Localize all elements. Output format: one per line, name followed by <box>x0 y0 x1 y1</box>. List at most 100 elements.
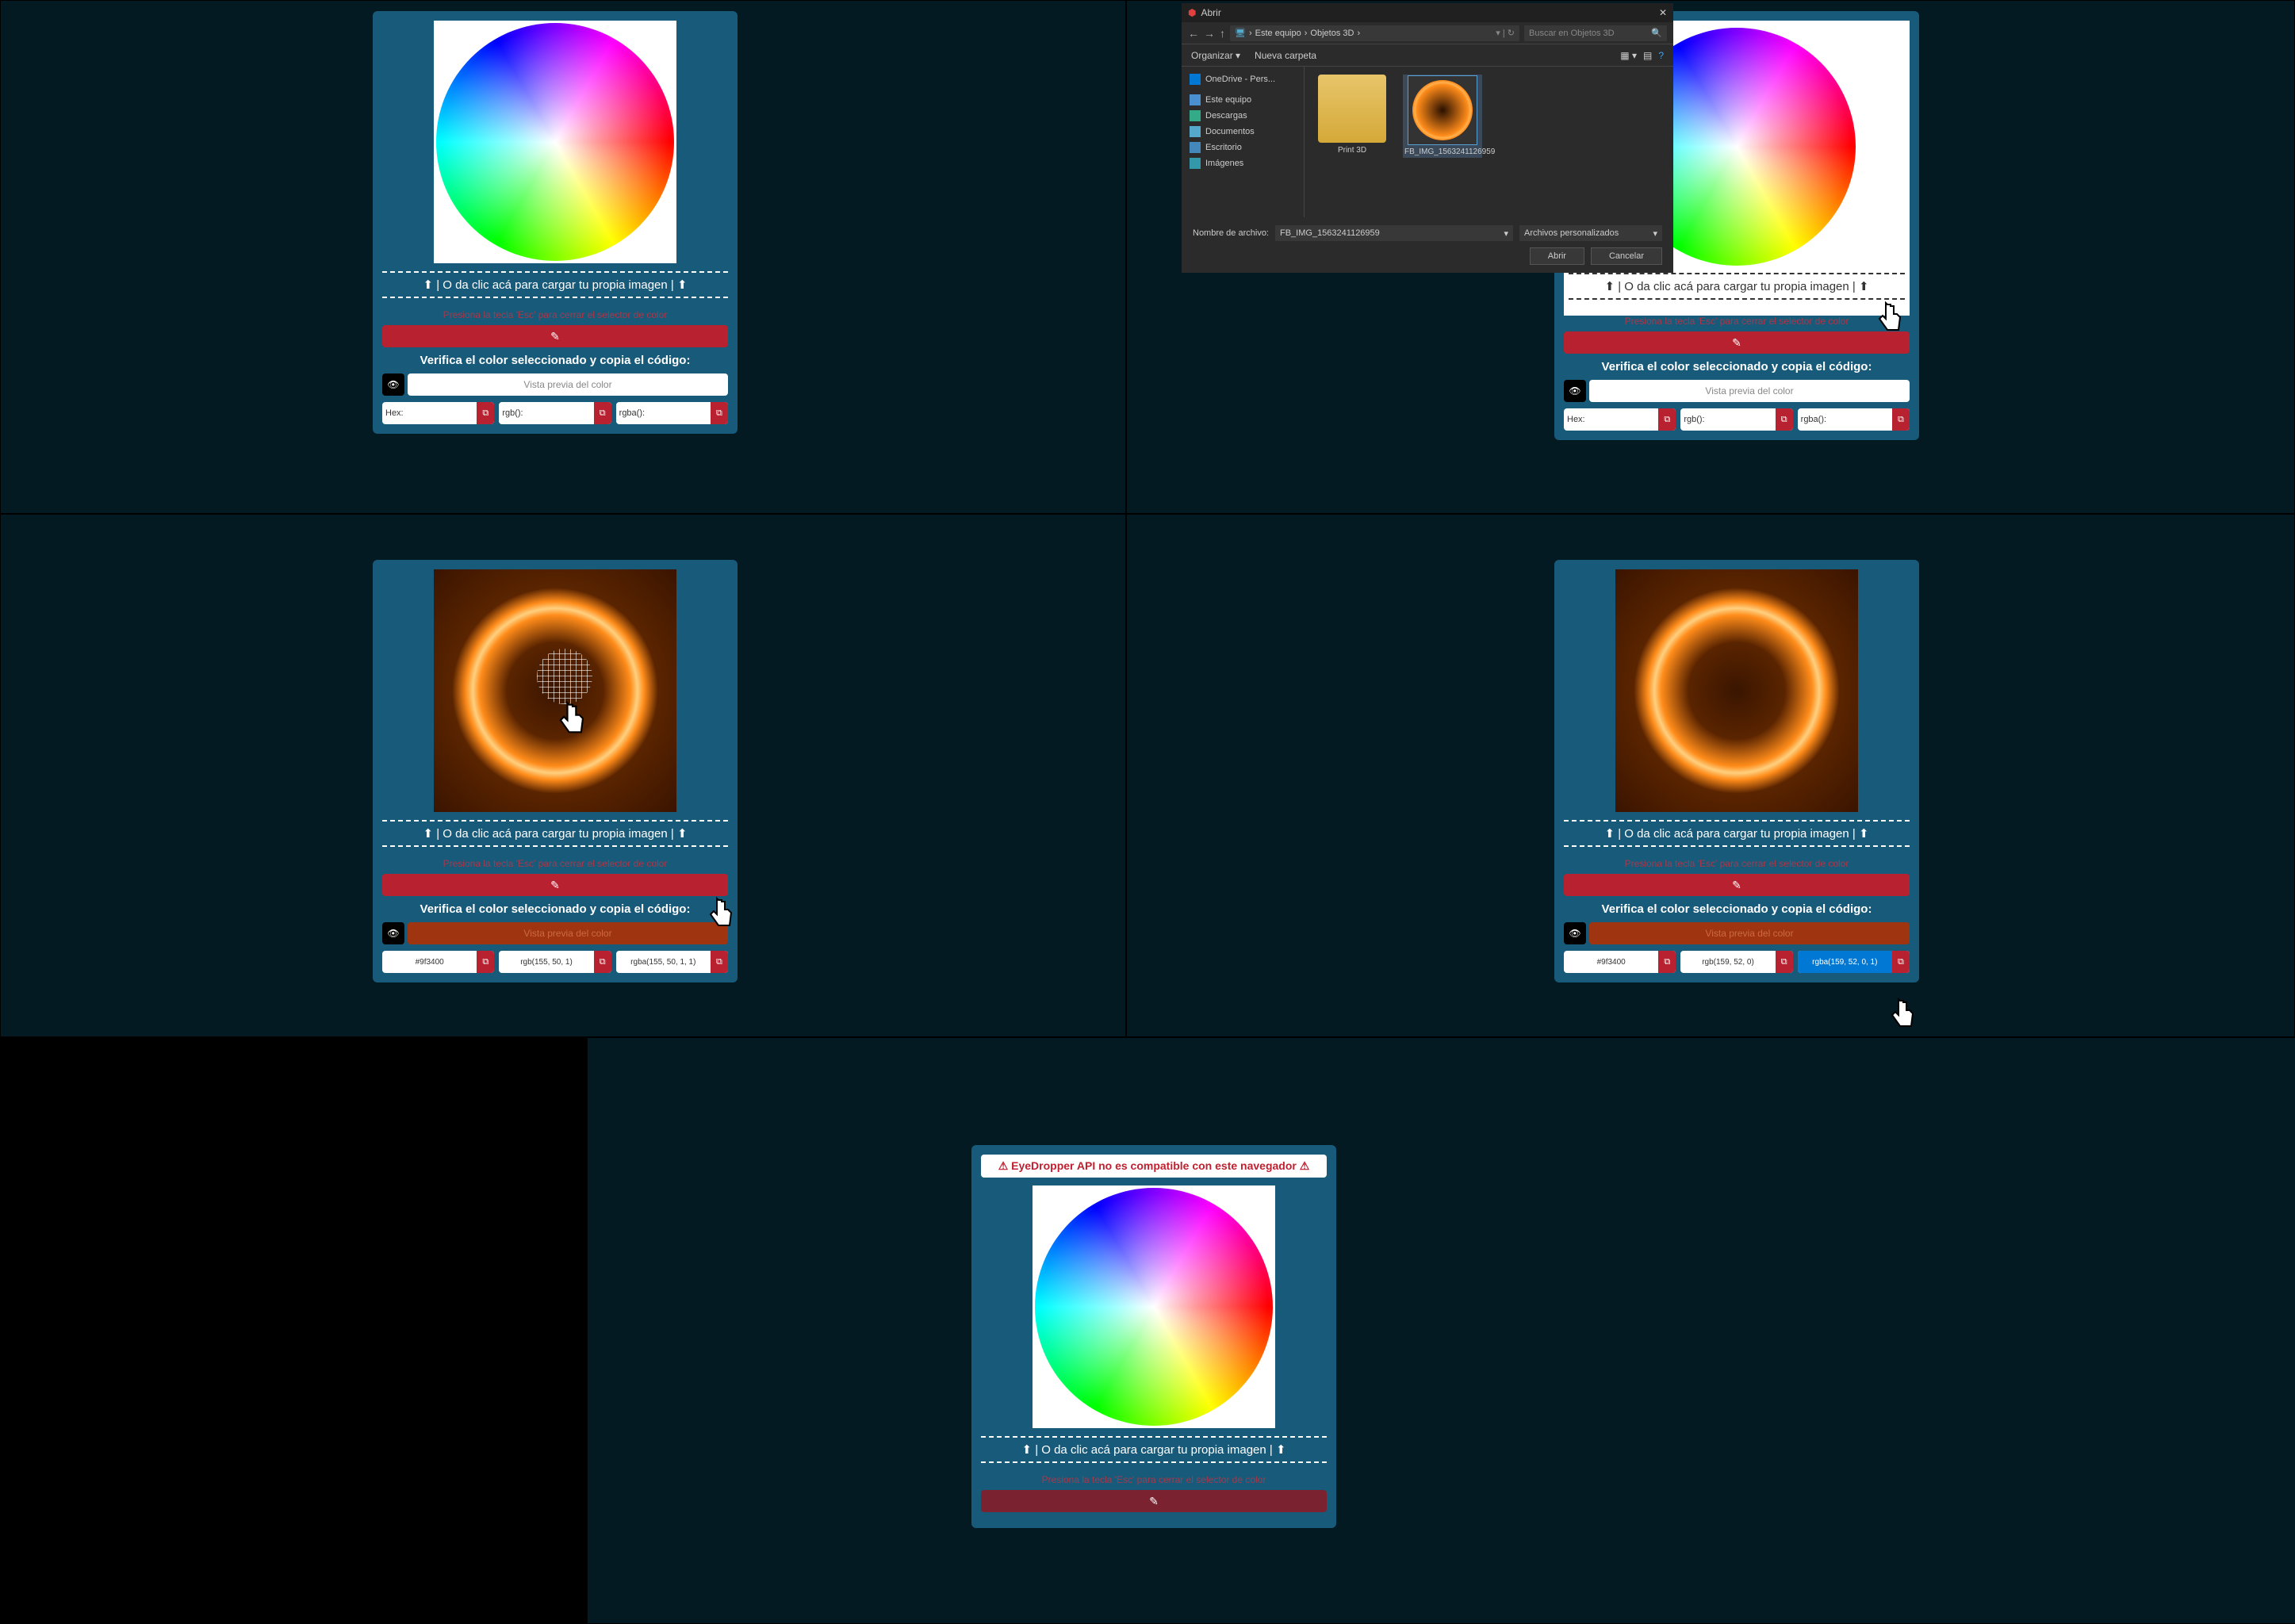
esc-hint: Presiona la tecla 'Esc' para cerrar el s… <box>1564 316 1910 327</box>
copy-hex-button[interactable]: ⧉ <box>477 402 494 424</box>
sidebar-item-desktop[interactable]: Escritorio <box>1185 140 1301 155</box>
loaded-image <box>1615 569 1858 812</box>
hand-cursor-icon <box>1875 298 1906 336</box>
rgba-value[interactable]: rgba(159, 52, 0, 1) <box>1798 951 1892 973</box>
color-picker-panel-4: ⬆ | O da clic acá para cargar tu propia … <box>1554 560 1919 982</box>
breadcrumb[interactable]: 🖥 ›Este equipo ›Objetos 3D › ▾ | ↻ <box>1230 25 1519 41</box>
eyedropper-button[interactable]: ✎ <box>1564 331 1910 354</box>
image-icon <box>1190 158 1201 169</box>
lock-button[interactable]: 👁 <box>382 922 404 944</box>
shield-icon: ⬢ <box>1188 7 1196 18</box>
forward-button[interactable]: → <box>1204 27 1215 40</box>
esc-hint: Presiona la tecla 'Esc' para cerrar el s… <box>1564 858 1910 869</box>
verify-label: Verifica el color seleccionado y copia e… <box>382 354 728 367</box>
verify-label: Verifica el color seleccionado y copia e… <box>1564 902 1910 916</box>
file-grid[interactable]: Print 3D FB_IMG_1563241126959 <box>1305 67 1673 217</box>
upload-area[interactable]: ⬆ | O da clic acá para cargar tu propia … <box>382 820 728 847</box>
open-button[interactable]: Abrir <box>1530 247 1584 265</box>
search-input[interactable]: Buscar en Objetos 3D 🔍 <box>1524 25 1667 41</box>
view-icons-button[interactable]: ▦ ▾ <box>1620 50 1637 61</box>
color-picker-panel-1: ⬆ | O da clic acá para cargar tu propia … <box>373 11 738 434</box>
image-preview[interactable] <box>434 569 676 812</box>
copy-rgba-button[interactable]: ⧉ <box>711 951 728 973</box>
sidebar-item-pc[interactable]: Este equipo <box>1185 92 1301 108</box>
eyedropper-button[interactable]: ✎ <box>1564 874 1910 896</box>
rgb-value[interactable]: rgb(159, 52, 0) <box>1680 951 1775 973</box>
hex-value[interactable]: #9f3400 <box>382 951 477 973</box>
document-icon <box>1190 126 1201 137</box>
copy-rgb-button[interactable]: ⧉ <box>594 402 611 424</box>
upload-area[interactable]: ⬆ | O da clic acá para cargar tu propia … <box>1569 273 1905 300</box>
sidebar-item-downloads[interactable]: Descargas <box>1185 108 1301 124</box>
lock-button[interactable]: 👁 <box>382 373 404 396</box>
copy-hex-button[interactable]: ⧉ <box>1658 951 1676 973</box>
filename-input[interactable]: FB_IMG_1563241126959▾ <box>1275 225 1513 241</box>
rgba-group: rgba():⧉ <box>616 402 728 424</box>
copy-rgb-button[interactable]: ⧉ <box>1776 408 1793 431</box>
eyedropper-button[interactable]: ✎ <box>382 325 728 347</box>
back-button[interactable]: ← <box>1188 27 1199 40</box>
color-picker-panel-3: ⬆ | O da clic acá para cargar tu propia … <box>373 560 738 982</box>
esc-hint: Presiona la tecla 'Esc' para cerrar el s… <box>382 858 728 869</box>
toolbar: Organizar ▾ Nueva carpeta ▦ ▾ ▤ ? <box>1182 44 1673 67</box>
esc-hint: Presiona la tecla 'Esc' para cerrar el s… <box>382 309 728 320</box>
sidebar-item-documents[interactable]: Documentos <box>1185 124 1301 140</box>
image-preview[interactable] <box>1615 569 1858 812</box>
file-item-folder[interactable]: Print 3D <box>1312 75 1392 155</box>
download-icon <box>1190 110 1201 121</box>
image-preview[interactable] <box>434 21 676 263</box>
up-button[interactable]: ↑ <box>1220 27 1225 40</box>
dialog-title: Abrir <box>1201 7 1220 18</box>
copy-rgba-button[interactable]: ⧉ <box>711 402 728 424</box>
desktop-icon <box>1190 142 1201 153</box>
filetype-select[interactable]: Archivos personalizados▾ <box>1519 225 1662 241</box>
upload-area[interactable]: ⬆ | O da clic acá para cargar tu propia … <box>1564 820 1910 847</box>
magnifier-icon <box>537 649 592 704</box>
help-icon[interactable]: ? <box>1658 50 1664 61</box>
view-details-button[interactable]: ▤ <box>1643 50 1652 61</box>
loaded-image <box>434 569 676 812</box>
new-folder-button[interactable]: Nueva carpeta <box>1255 50 1316 61</box>
copy-rgb-button[interactable]: ⧉ <box>1776 951 1793 973</box>
copy-rgba-button[interactable]: ⧉ <box>1892 408 1910 431</box>
hex-group: Hex:⧉ <box>382 402 494 424</box>
eyedropper-button: ✎ <box>981 1490 1327 1512</box>
pc-icon: 🖥 <box>1235 28 1246 38</box>
rgb-value[interactable]: rgb(155, 50, 1) <box>499 951 593 973</box>
dialog-titlebar: ⬢ Abrir ✕ <box>1182 3 1673 22</box>
close-icon[interactable]: ✕ <box>1659 7 1667 18</box>
color-wheel <box>1035 1188 1273 1426</box>
pc-icon <box>1190 94 1201 105</box>
image-preview[interactable] <box>1033 1185 1275 1428</box>
copy-rgba-button[interactable]: ⧉ <box>1892 951 1910 973</box>
color-preview-field: Vista previa del color <box>408 922 728 944</box>
color-preview-field: Vista previa del color <box>1589 380 1910 402</box>
color-preview-field: Vista previa del color <box>1589 922 1910 944</box>
search-icon: 🔍 <box>1651 28 1662 38</box>
copy-rgb-button[interactable]: ⧉ <box>594 951 611 973</box>
image-thumbnail <box>1412 80 1473 140</box>
cloud-icon <box>1190 74 1201 85</box>
sidebar-item-images[interactable]: Imágenes <box>1185 155 1301 171</box>
file-item-image[interactable]: FB_IMG_1563241126959 <box>1403 75 1482 158</box>
cancel-button[interactable]: Cancelar <box>1591 247 1662 265</box>
lock-button[interactable]: 👁 <box>1564 922 1586 944</box>
copy-hex-button[interactable]: ⧉ <box>1658 408 1676 431</box>
color-wheel <box>436 23 674 261</box>
hand-cursor-icon <box>555 698 590 739</box>
upload-area[interactable]: ⬆ | O da clic acá para cargar tu propia … <box>981 1436 1327 1463</box>
lock-button[interactable]: 👁 <box>1564 380 1586 402</box>
filename-label: Nombre de archivo: <box>1193 228 1269 238</box>
rgba-value[interactable]: rgba(155, 50, 1, 1) <box>616 951 711 973</box>
esc-hint: Presiona la tecla 'Esc' para cerrar el s… <box>981 1474 1327 1485</box>
hex-value[interactable]: #9f3400 <box>1564 951 1658 973</box>
sidebar-item-onedrive[interactable]: OneDrive - Pers... <box>1185 71 1301 87</box>
sidebar: OneDrive - Pers... Este equipo Descargas… <box>1182 67 1305 217</box>
organize-menu[interactable]: Organizar ▾ <box>1191 50 1240 61</box>
eyedropper-button[interactable]: ✎ <box>382 874 728 896</box>
upload-area[interactable]: ⬆ | O da clic acá para cargar tu propia … <box>382 271 728 298</box>
color-picker-panel-5: ⚠ EyeDropper API no es compatible con es… <box>971 1145 1336 1528</box>
verify-label: Verifica el color seleccionado y copia e… <box>382 902 728 916</box>
copy-hex-button[interactable]: ⧉ <box>477 951 494 973</box>
file-open-dialog: ⬢ Abrir ✕ ← → ↑ 🖥 ›Este equipo ›Objetos … <box>1182 3 1673 273</box>
